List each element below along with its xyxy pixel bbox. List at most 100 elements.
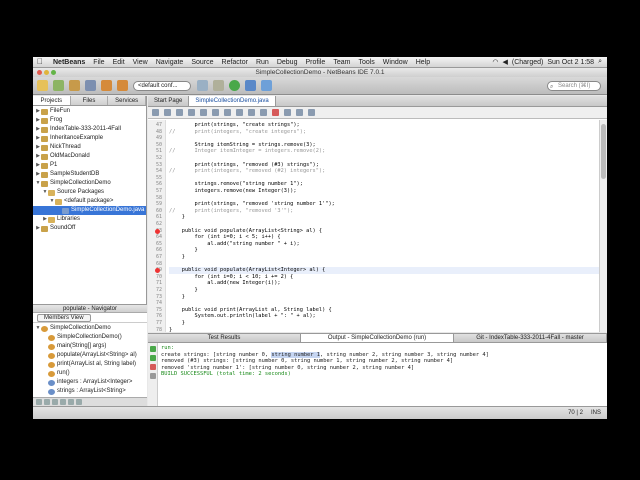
configuration-select[interactable]: <default conf... bbox=[133, 80, 191, 91]
toggle-highlight-icon[interactable] bbox=[236, 109, 243, 116]
filter-nonpublic-icon[interactable] bbox=[52, 399, 58, 405]
error-icon[interactable] bbox=[155, 228, 160, 234]
clock[interactable]: Sun Oct 2 1:58 bbox=[545, 59, 596, 66]
redo-icon[interactable] bbox=[117, 80, 128, 91]
filter-inherited-icon[interactable] bbox=[60, 399, 66, 405]
clean-build-icon[interactable] bbox=[213, 80, 224, 91]
member-item[interactable]: populate(ArrayList<String> al) bbox=[33, 351, 147, 360]
menu-run[interactable]: Run bbox=[252, 59, 273, 66]
project-tree-item[interactable]: ▶ FileFun bbox=[33, 107, 146, 116]
undo-icon[interactable] bbox=[101, 80, 112, 91]
volume-icon[interactable]: ◀ bbox=[500, 58, 509, 66]
project-tree-item[interactable]: ▶ P1 bbox=[33, 161, 146, 170]
project-tree-item[interactable]: ▶ IndexTable-333-2011-4Fall bbox=[33, 125, 146, 134]
menu-tools[interactable]: Tools bbox=[354, 59, 378, 66]
run-icon[interactable] bbox=[229, 80, 240, 91]
member-item[interactable]: print(ArrayList al, String label) bbox=[33, 360, 147, 369]
rerun-icon[interactable] bbox=[150, 346, 156, 352]
shift-left-icon[interactable] bbox=[248, 109, 255, 116]
output-tab[interactable]: Output - SimpleCollectionDemo (run) bbox=[301, 334, 454, 342]
new-file-icon[interactable] bbox=[53, 80, 64, 91]
project-tree-item[interactable]: ▶ SoundOff bbox=[33, 224, 146, 233]
member-item[interactable]: integers : ArrayList<Integer> bbox=[33, 378, 147, 387]
code-area[interactable]: print(strings, "create strings");// prin… bbox=[166, 120, 599, 332]
project-tree-item[interactable]: ▶ NickThread bbox=[33, 143, 146, 152]
filter-static-icon[interactable] bbox=[44, 399, 50, 405]
open-project-icon[interactable] bbox=[69, 80, 80, 91]
code-line[interactable]: } bbox=[169, 327, 599, 332]
sort-name-icon[interactable] bbox=[68, 399, 74, 405]
menu-file[interactable]: File bbox=[89, 59, 108, 66]
menu-source[interactable]: Source bbox=[187, 59, 217, 66]
line-number: 61 bbox=[155, 214, 162, 221]
find-previous-icon[interactable] bbox=[212, 109, 219, 116]
find-next-icon[interactable] bbox=[224, 109, 231, 116]
menu-refactor[interactable]: Refactor bbox=[218, 59, 252, 66]
comment-icon[interactable] bbox=[296, 109, 303, 116]
close-window-button[interactable] bbox=[37, 70, 42, 75]
menu-help[interactable]: Help bbox=[412, 59, 434, 66]
wifi-icon[interactable]: ◠ bbox=[490, 58, 500, 66]
output-tab[interactable]: Test Results bbox=[148, 334, 301, 342]
source-view-icon[interactable] bbox=[152, 109, 159, 116]
member-item[interactable]: run() bbox=[33, 369, 147, 378]
output-text[interactable]: run: create strings: [string number 0, st… bbox=[161, 345, 603, 378]
editor-tab[interactable]: SimpleCollectionDemo.java bbox=[189, 96, 276, 106]
settings-icon[interactable] bbox=[150, 373, 156, 379]
member-item[interactable]: strings : ArrayList<String> bbox=[33, 387, 147, 396]
project-tree-item[interactable]: ▼ <default package> bbox=[33, 197, 146, 206]
spotlight-icon[interactable]: ⌕ bbox=[596, 58, 604, 66]
project-tree-item[interactable]: ▶ Libraries bbox=[33, 215, 146, 224]
save-all-icon[interactable] bbox=[85, 80, 96, 91]
project-tree-item[interactable]: ▶ InheritanceExample bbox=[33, 134, 146, 143]
find-selection-icon[interactable] bbox=[200, 109, 207, 116]
line-number-gutter[interactable]: 4748495051525354555657585960616263646566… bbox=[148, 120, 166, 339]
editor-scrollbar[interactable] bbox=[599, 120, 607, 332]
rerun-customize-icon[interactable] bbox=[150, 355, 156, 361]
back-icon[interactable] bbox=[176, 109, 183, 116]
profile-icon[interactable] bbox=[261, 80, 272, 91]
menu-view[interactable]: View bbox=[129, 59, 152, 66]
tab-services[interactable]: Services bbox=[108, 96, 147, 105]
project-tree-item[interactable]: SimpleCollectionDemo.java bbox=[33, 206, 146, 215]
editor-tab[interactable]: Start Page bbox=[148, 96, 190, 106]
project-tree-item[interactable]: ▼ Source Packages bbox=[33, 188, 146, 197]
menu-team[interactable]: Team bbox=[329, 59, 354, 66]
tab-files[interactable]: Files bbox=[71, 96, 109, 105]
tab-projects[interactable]: Projects bbox=[33, 96, 71, 105]
navigator-header[interactable]: populate - Navigator bbox=[33, 304, 147, 313]
build-icon[interactable] bbox=[197, 80, 208, 91]
member-item[interactable]: ▼ SimpleCollectionDemo bbox=[33, 324, 147, 333]
menu-edit[interactable]: Edit bbox=[109, 59, 129, 66]
sort-source-icon[interactable] bbox=[76, 399, 82, 405]
battery-status[interactable]: (Charged) bbox=[510, 59, 546, 66]
member-item[interactable]: main(String[] args) bbox=[33, 342, 147, 351]
menu-app-name[interactable]: NetBeans bbox=[49, 59, 89, 66]
debug-icon[interactable] bbox=[245, 80, 256, 91]
menu-debug[interactable]: Debug bbox=[273, 59, 302, 66]
project-tree-item[interactable]: ▼ SimpleCollectionDemo bbox=[33, 179, 146, 188]
zoom-window-button[interactable] bbox=[51, 70, 56, 75]
menu-profile[interactable]: Profile bbox=[301, 59, 329, 66]
project-tree-item[interactable]: ▶ Frog bbox=[33, 116, 146, 125]
member-item[interactable]: SimpleCollectionDemo() bbox=[33, 333, 147, 342]
menu-navigate[interactable]: Navigate bbox=[152, 59, 188, 66]
stop-icon[interactable] bbox=[150, 364, 156, 370]
forward-icon[interactable] bbox=[188, 109, 195, 116]
members-view-select[interactable]: Members View bbox=[37, 313, 91, 322]
project-tree-item[interactable]: ▶ SampleStudentDB bbox=[33, 170, 146, 179]
filter-fields-icon[interactable] bbox=[36, 399, 42, 405]
project-tree-item[interactable]: ▶ OldMacDonald bbox=[33, 152, 146, 161]
uncomment-icon[interactable] bbox=[308, 109, 315, 116]
output-tab[interactable]: Git - IndexTable-333-2011-4Fall - master bbox=[454, 334, 607, 342]
macro-record-icon[interactable] bbox=[272, 109, 279, 116]
minimize-window-button[interactable] bbox=[44, 70, 49, 75]
new-project-icon[interactable] bbox=[37, 80, 48, 91]
apple-icon[interactable]:  bbox=[37, 58, 45, 66]
scrollbar-thumb[interactable] bbox=[601, 124, 606, 179]
macro-stop-icon[interactable] bbox=[284, 109, 291, 116]
shift-right-icon[interactable] bbox=[260, 109, 267, 116]
history-view-icon[interactable] bbox=[164, 109, 171, 116]
search-box[interactable]: ⌕ Search (⌘I) bbox=[547, 81, 601, 91]
menu-window[interactable]: Window bbox=[379, 59, 412, 66]
